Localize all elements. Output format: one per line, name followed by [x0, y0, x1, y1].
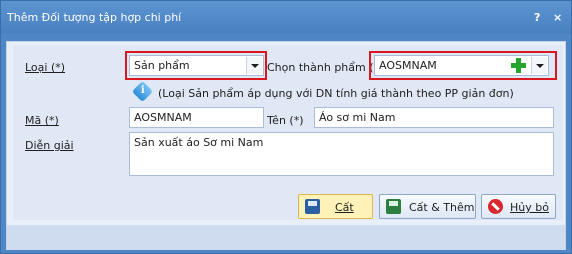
cancel-button[interactable]: Hủy bỏ	[481, 194, 556, 219]
save-button[interactable]: Cất	[298, 194, 373, 219]
dialog-client-area: Loại (*) Sản phẩm Chọn thành phẩm (*) AO…	[6, 41, 566, 250]
chon-thanh-pham-value: AOSMNAM	[379, 59, 437, 72]
title-bar[interactable]: Thêm Đối tượng tập hợp chi phí ? ×	[1, 1, 571, 34]
cancel-button-label: Hủy bỏ	[510, 201, 549, 214]
dialog-title: Thêm Đối tượng tập hợp chi phí	[7, 11, 182, 24]
ten-label: Tên (*)	[267, 114, 304, 127]
cancel-icon	[488, 199, 503, 214]
save-icon	[305, 199, 320, 214]
close-icon[interactable]: ×	[553, 11, 562, 24]
ma-label: Mã (*)	[25, 114, 59, 127]
loai-dropdown-icon[interactable]	[246, 57, 262, 74]
form-panel: Loại (*) Sản phẩm Chọn thành phẩm (*) AO…	[13, 45, 563, 220]
ten-input[interactable]: Áo sơ mi Nam	[314, 107, 554, 128]
thanh-pham-dropdown-icon[interactable]	[531, 57, 547, 74]
chon-thanh-pham-combobox[interactable]: AOSMNAM	[374, 55, 549, 76]
dien-giai-label: Diễn giải	[25, 139, 74, 152]
loai-combobox[interactable]: Sản phẩm	[129, 55, 264, 76]
save-button-label: Cất	[335, 201, 354, 214]
dialog-window: Thêm Đối tượng tập hợp chi phí ? × Loại …	[0, 0, 572, 254]
save-add-icon	[386, 199, 401, 214]
chon-thanh-pham-label: Chọn thành phẩm (*)	[267, 61, 384, 74]
dialog-footer-strip	[7, 225, 565, 250]
ma-value: AOSMNAM	[134, 111, 192, 124]
info-icon: i	[131, 80, 154, 103]
dien-giai-value: Sản xuất áo Sơ mi Nam	[134, 136, 264, 149]
dien-giai-textarea[interactable]: Sản xuất áo Sơ mi Nam	[129, 132, 554, 176]
note-text: (Loại Sản phẩm áp dụng với DN tính giá t…	[158, 87, 514, 100]
help-icon[interactable]: ?	[534, 11, 540, 24]
save-add-button-label: Cất & Thêm	[409, 201, 475, 214]
save-add-button[interactable]: Cất & Thêm	[379, 194, 476, 219]
ten-value: Áo sơ mi Nam	[319, 111, 396, 124]
loai-value: Sản phẩm	[134, 59, 190, 72]
ma-input[interactable]: AOSMNAM	[129, 107, 264, 128]
add-plus-icon[interactable]	[511, 58, 526, 73]
loai-label: Loại (*)	[25, 61, 66, 74]
